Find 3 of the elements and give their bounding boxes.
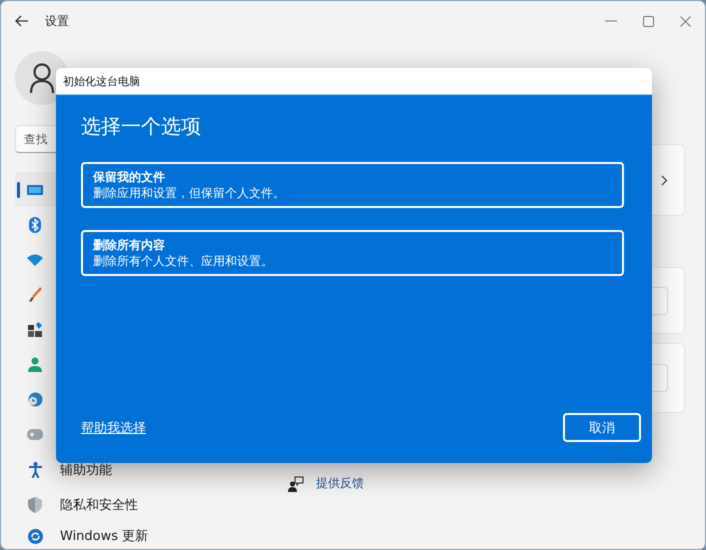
dialog-heading: 选择一个选项 (81, 113, 201, 140)
dialog-title: 初始化这台电脑 (63, 74, 140, 88)
window-title: 设置 (45, 12, 69, 30)
